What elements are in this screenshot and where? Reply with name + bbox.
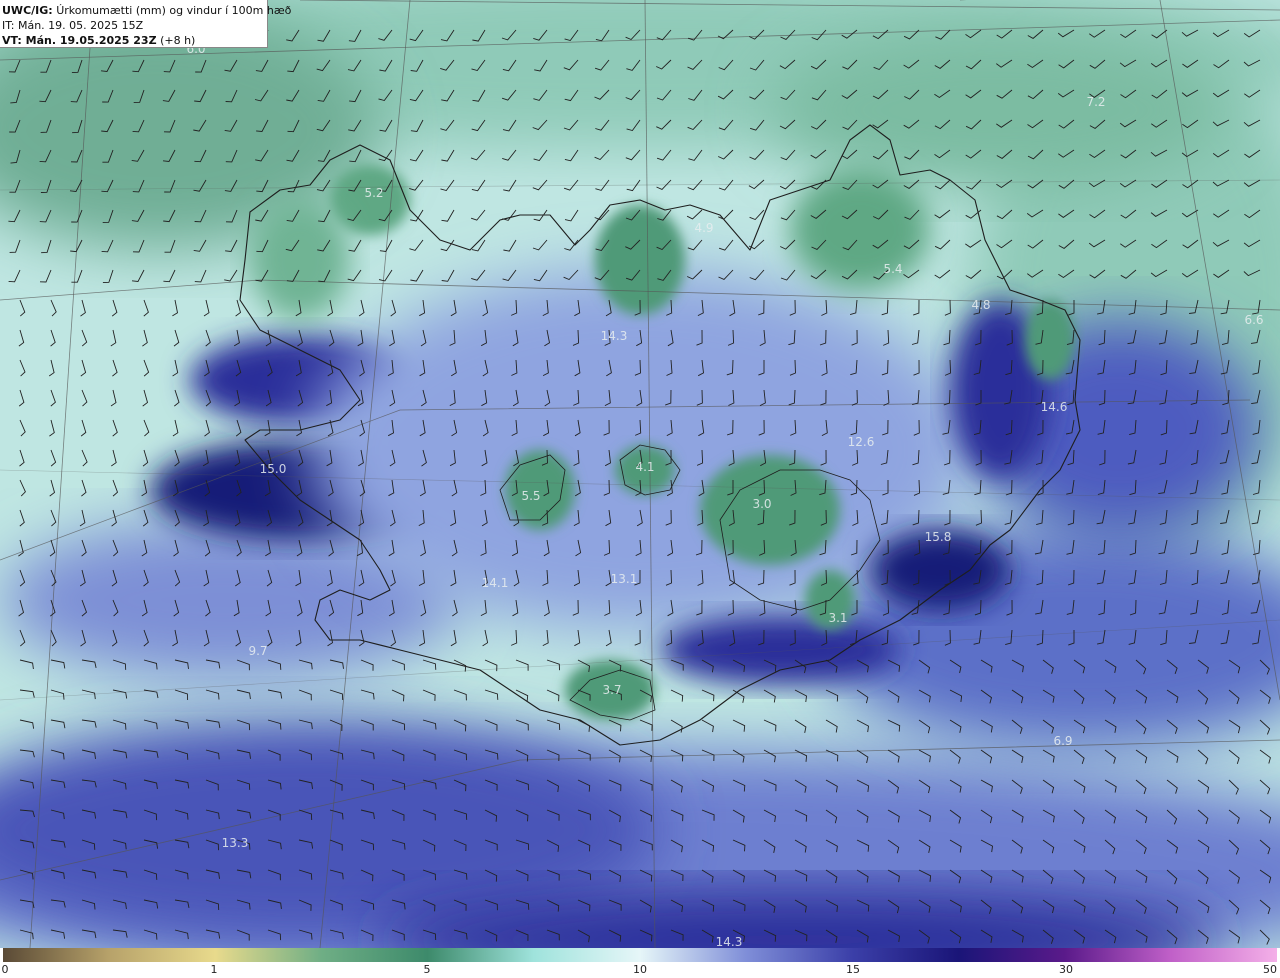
colorbar-tick: 5 bbox=[423, 963, 431, 976]
colorbar-tick: 30 bbox=[1059, 963, 1073, 976]
precip-value-label: 13.1 bbox=[611, 572, 638, 586]
init-time: IT: Mán. 19. 05. 2025 15Z bbox=[2, 19, 144, 32]
precip-value-label: 3.7 bbox=[602, 683, 621, 697]
forecast-map: 6.0 7.2 5.2 4.9 5.4 4.8 6.6 14.3 14.6 12.6 15.0 4.1… bbox=[0, 0, 1280, 948]
product-code: UWC/IG: bbox=[2, 4, 53, 17]
precip-value-label: 4.8 bbox=[971, 298, 990, 312]
precip-value-label: 4.1 bbox=[635, 460, 654, 474]
precip-value-label: 6.6 bbox=[1244, 313, 1263, 327]
precip-value-label: 14.3 bbox=[601, 329, 628, 343]
precip-value-label: 5.2 bbox=[364, 186, 383, 200]
precip-blob bbox=[330, 165, 410, 235]
precip-value-label: 5.4 bbox=[883, 262, 902, 276]
precip-value-label: 14.3 bbox=[716, 935, 743, 948]
precip-value-label: 9.7 bbox=[248, 644, 267, 658]
precip-blob bbox=[660, 615, 900, 685]
precip-value-label: 14.1 bbox=[482, 576, 509, 590]
colorbar-tick: 15 bbox=[846, 963, 860, 976]
map-canvas: 6.07.25.24.95.44.86.614.314.612.615.0 4.1… bbox=[0, 0, 1280, 948]
colorbar-legend: 0 1 5 10 15 30 50 bbox=[0, 948, 1280, 978]
precip-value-label: 15.8 bbox=[925, 530, 952, 544]
colorbar-tick: 0 bbox=[1, 963, 9, 976]
precip-value-label: 6.9 bbox=[1053, 734, 1072, 748]
precipitation-field bbox=[0, 0, 1280, 948]
precip-value-label: 14.6 bbox=[1041, 400, 1068, 414]
precip-value-label: 4.9 bbox=[694, 221, 713, 235]
colorbar-tick: 1 bbox=[210, 963, 218, 976]
colorbar-tick: 10 bbox=[633, 963, 647, 976]
valid-offset: (+8 h) bbox=[160, 34, 196, 47]
precip-blob bbox=[595, 205, 685, 315]
precip-value-label: 15.0 bbox=[260, 462, 287, 476]
precip-value-label: 3.0 bbox=[752, 497, 771, 511]
precip-value-label: 12.6 bbox=[848, 435, 875, 449]
map-header: UWC/IG: Úrkomumætti (mm) og vindur í 100… bbox=[0, 0, 291, 48]
precip-value-label: 13.3 bbox=[222, 836, 249, 850]
precip-value-label: 7.2 bbox=[1086, 95, 1105, 109]
product-description: Úrkomumætti (mm) og vindur í 100m hæð bbox=[56, 4, 292, 17]
precip-value-label: 3.1 bbox=[828, 611, 847, 625]
precip-blob bbox=[770, 30, 1230, 190]
colorbar-strip bbox=[3, 948, 1277, 962]
precip-blob bbox=[250, 200, 350, 320]
precip-blob bbox=[1025, 300, 1075, 380]
colorbar-tick: 50 bbox=[1263, 963, 1277, 976]
valid-time: VT: Mán. 19.05.2025 23Z bbox=[2, 34, 157, 47]
precip-value-label: 5.5 bbox=[521, 489, 540, 503]
